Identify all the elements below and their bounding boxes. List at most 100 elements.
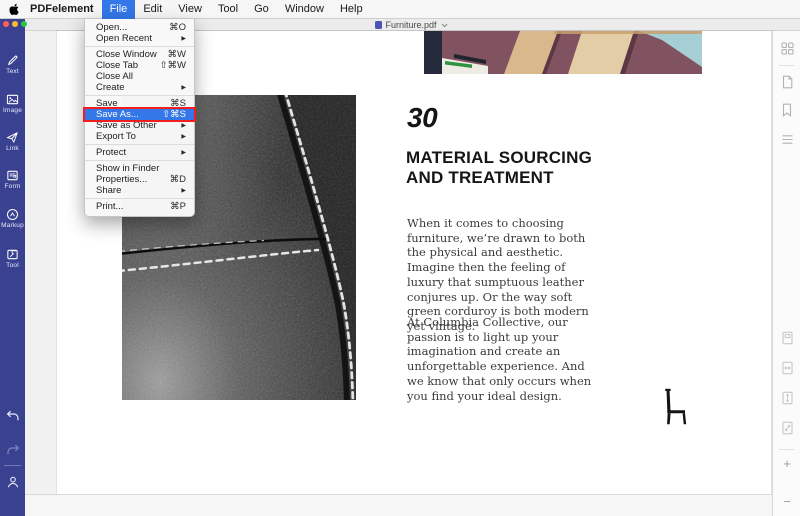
menubar-item-go[interactable]: Go <box>246 0 277 19</box>
menu-item-show-in-finder[interactable]: Show in Finder <box>85 163 194 174</box>
menu-item-shortcut: ⇧⌘W <box>160 60 186 71</box>
tab-title: Furniture.pdf <box>386 20 437 30</box>
tool-label: Markup <box>0 222 25 229</box>
tool-icon <box>6 248 19 261</box>
menu-item-shortcut: ⌘O <box>169 22 186 33</box>
menubar-item-help[interactable]: Help <box>332 0 371 19</box>
tool-link-button[interactable]: Link <box>0 131 25 152</box>
app-menu[interactable]: PDFelement <box>26 0 102 19</box>
menu-item-label: Export To <box>96 131 136 142</box>
tool-text-button[interactable]: Text <box>0 54 25 75</box>
menu-item-save-as[interactable]: Save As... ⇧⌘S <box>85 109 194 120</box>
minus-icon: − <box>783 494 791 509</box>
menu-item-shortcut: ⇧⌘S <box>162 109 186 120</box>
page-panel-button[interactable] <box>773 75 800 94</box>
section-heading: MATERIAL SOURCING AND TREATMENT <box>406 148 592 188</box>
menu-item-properties[interactable]: Properties... ⌘D <box>85 174 194 185</box>
menu-item-label: Share <box>96 185 121 196</box>
menubar-item-tool[interactable]: Tool <box>210 0 246 19</box>
undo-icon <box>6 410 20 422</box>
menu-item-open-recent[interactable]: Open Recent ▶ <box>85 33 194 44</box>
menu-item-create[interactable]: Create ▶ <box>85 82 194 93</box>
menu-item-close-all[interactable]: Close All <box>85 71 194 82</box>
bookmark-panel-icon <box>781 103 793 117</box>
menu-separator <box>85 46 194 47</box>
undo-button[interactable] <box>0 409 25 427</box>
redo-icon <box>6 444 20 456</box>
tool-markup-button[interactable]: Markup <box>0 208 25 229</box>
fit-width-button[interactable] <box>773 361 800 380</box>
tool-image-button[interactable]: Image <box>0 93 25 114</box>
left-toolbar: Text Image Link Form Markup Tool <box>0 19 25 516</box>
page-number: 30 <box>407 101 437 135</box>
menu-item-label: Open Recent <box>96 33 152 44</box>
menu-item-label: Save as Other <box>96 120 157 131</box>
pencil-icon <box>6 54 19 67</box>
menu-item-protect[interactable]: Protect ▶ <box>85 147 194 158</box>
bookmark-panel-button[interactable] <box>773 103 800 122</box>
menu-item-shortcut: ⌘S <box>170 98 186 109</box>
redo-button[interactable] <box>0 443 25 461</box>
chevron-down-icon <box>441 23 448 28</box>
menu-item-share[interactable]: Share ▶ <box>85 185 194 196</box>
sidebar-divider <box>4 465 21 466</box>
document-tab[interactable]: Furniture.pdf <box>375 19 448 31</box>
menu-item-print[interactable]: Print... ⌘P <box>85 201 194 212</box>
menu-item-save[interactable]: Save ⌘S <box>85 98 194 109</box>
account-button[interactable] <box>0 475 25 494</box>
menu-item-label: Close Tab <box>96 60 138 71</box>
thumbnail-panel-button[interactable] <box>773 42 800 60</box>
menubar-item-window[interactable]: Window <box>277 0 332 19</box>
minimize-window-button[interactable] <box>12 21 18 27</box>
pdfelement-window: PDFelement File Edit View Tool Go Window… <box>0 0 800 516</box>
menu-item-shortcut: ⌘D <box>170 174 186 185</box>
fit-width-icon <box>781 361 794 375</box>
menu-separator <box>85 160 194 161</box>
submenu-arrow-icon: ▶ <box>181 149 186 156</box>
menu-item-label: Save As... <box>96 109 139 120</box>
menu-item-label: Show in Finder <box>96 163 159 174</box>
tool-label: Link <box>0 145 25 152</box>
heading-line-1: MATERIAL SOURCING <box>406 148 592 168</box>
menubar-item-file[interactable]: File <box>102 0 136 19</box>
zoom-window-button[interactable] <box>21 21 27 27</box>
menu-item-close-tab[interactable]: Close Tab ⇧⌘W <box>85 60 194 71</box>
menu-separator <box>85 144 194 145</box>
tool-label: Image <box>0 107 25 114</box>
menu-item-label: Open... <box>96 22 127 33</box>
menu-item-export-to[interactable]: Export To ▶ <box>85 131 194 142</box>
menu-item-label: Close All <box>96 71 133 82</box>
menu-item-open[interactable]: Open... ⌘O <box>85 22 194 33</box>
zoom-in-button[interactable]: + <box>773 457 800 470</box>
page-panel-icon <box>781 75 794 89</box>
apple-menu[interactable] <box>9 3 20 15</box>
zoom-out-button[interactable]: − <box>773 495 800 508</box>
submenu-arrow-icon: ▶ <box>181 84 186 91</box>
fit-height-button[interactable] <box>773 391 800 410</box>
menu-item-label: Print... <box>96 201 123 212</box>
fit-page-icon <box>781 331 794 345</box>
annotation-panel-button[interactable] <box>773 132 800 150</box>
link-icon <box>6 131 19 144</box>
thumbnail-panel-icon <box>781 42 794 55</box>
menubar-item-view[interactable]: View <box>170 0 210 19</box>
account-icon <box>6 475 20 489</box>
traffic-lights <box>3 21 27 27</box>
menubar-item-edit[interactable]: Edit <box>135 0 170 19</box>
submenu-arrow-icon: ▶ <box>181 187 186 194</box>
actual-size-button[interactable] <box>773 421 800 440</box>
fit-page-button[interactable] <box>773 331 800 350</box>
plus-icon: + <box>783 456 791 471</box>
menu-item-label: Properties... <box>96 174 147 185</box>
menu-separator <box>85 198 194 199</box>
menu-item-save-as-other[interactable]: Save as Other ▶ <box>85 120 194 131</box>
tool-label: Text <box>0 68 25 75</box>
menu-item-close-window[interactable]: Close Window ⌘W <box>85 49 194 60</box>
close-window-button[interactable] <box>3 21 9 27</box>
tool-tool-button[interactable]: Tool <box>0 248 25 269</box>
apple-icon <box>9 3 20 15</box>
menu-item-shortcut: ⌘P <box>170 201 186 212</box>
menu-item-label: Close Window <box>96 49 157 60</box>
tool-form-button[interactable]: Form <box>0 169 25 190</box>
submenu-arrow-icon: ▶ <box>181 35 186 42</box>
